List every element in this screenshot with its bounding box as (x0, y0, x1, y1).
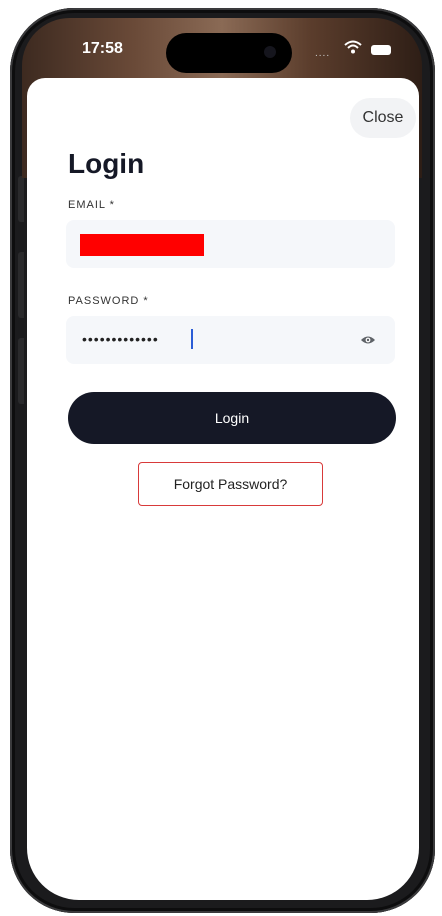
action-button (18, 176, 24, 222)
close-button[interactable]: Close (350, 98, 416, 138)
email-field[interactable] (66, 220, 395, 268)
page-title: Login (68, 148, 145, 179)
volume-down-button (18, 338, 24, 404)
status-time: 17:58 (82, 40, 123, 57)
login-sheet: Close Login EMAIL * PASSWORD * •••••••••… (27, 78, 419, 900)
login-button[interactable]: Login (68, 392, 396, 444)
eye-icon[interactable] (360, 334, 376, 346)
password-label: PASSWORD * (68, 295, 149, 307)
email-label: EMAIL * (68, 199, 115, 211)
battery-icon (371, 45, 391, 55)
password-field[interactable]: ••••••••••••• (66, 316, 395, 364)
redaction-block (80, 234, 204, 256)
password-value: ••••••••••••• (82, 331, 159, 347)
wifi-icon (344, 40, 362, 54)
signal-icon: .... (315, 48, 331, 59)
volume-up-button (18, 252, 24, 318)
dynamic-island (166, 33, 292, 73)
text-caret (191, 329, 193, 349)
camera-icon (264, 46, 276, 58)
forgot-password-button[interactable]: Forgot Password? (138, 462, 323, 506)
